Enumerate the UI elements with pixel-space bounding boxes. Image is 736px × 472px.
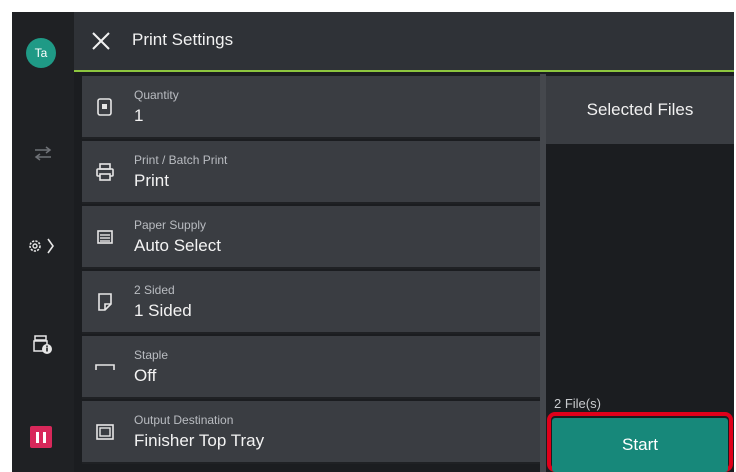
paper-tray-icon [94,226,116,248]
setting-value: Auto Select [134,236,221,255]
output-tray-icon [94,421,116,443]
setting-label: Paper Supply [134,218,207,232]
setting-value: 1 Sided [134,301,192,320]
setting-row-output-destination[interactable]: Output Destination Finisher Top Tray [82,401,540,464]
printer-info-icon[interactable] [12,330,74,360]
staple-icon [94,356,116,378]
setting-label: Staple [134,348,169,362]
pause-icon[interactable] [30,426,52,448]
setting-value: Print [134,171,169,190]
close-icon[interactable] [88,28,114,54]
setting-label: Output Destination [134,413,234,427]
setting-row-quantity[interactable]: Quantity 1 [82,76,540,139]
duplex-icon [94,291,116,313]
setting-value: 1 [134,106,144,125]
setting-row-2-sided[interactable]: 2 Sided 1 Sided [82,271,540,334]
setting-label: Print / Batch Print [134,153,228,167]
setting-row-staple[interactable]: Staple Off [82,336,540,399]
setting-row-paper-supply[interactable]: Paper Supply Auto Select [82,206,540,269]
left-rail: Ta [12,12,74,472]
setting-label: Quantity [134,88,179,102]
printer-icon [94,161,116,183]
printer-panel-screen: Ta Print Settings Quantity 1 Print / Bat… [12,12,734,472]
start-button[interactable]: Start [552,418,728,472]
settings-list: Quantity 1 Print / Batch Print Print Pap… [82,76,540,472]
job-transfer-icon[interactable] [12,140,74,168]
settings-gear-icon[interactable] [12,232,74,260]
file-count: 2 File(s) [554,396,601,411]
user-avatar[interactable]: Ta [26,38,56,68]
page-title: Print Settings [132,30,234,49]
setting-value: Finisher Top Tray [134,431,265,450]
setting-label: 2 Sided [134,283,175,297]
quantity-icon [94,96,116,118]
header-bar: Print Settings [74,12,734,72]
setting-row-print-batch[interactable]: Print / Batch Print Print [82,141,540,204]
selected-files-button[interactable]: Selected Files [546,76,734,144]
setting-value: Off [134,366,157,385]
